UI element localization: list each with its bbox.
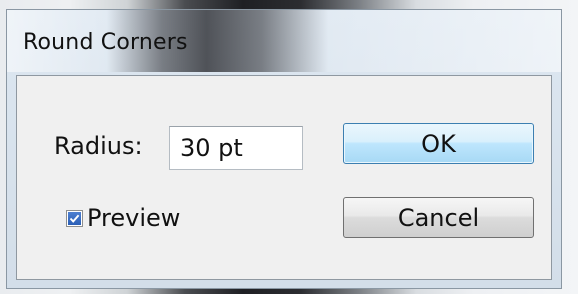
preview-checkbox-box[interactable]	[66, 209, 83, 227]
ok-button-label: OK	[421, 129, 456, 158]
preview-label: Preview	[87, 204, 181, 232]
checkmark-icon	[68, 211, 81, 225]
radius-input[interactable]	[169, 126, 303, 170]
preview-checkbox[interactable]: Preview	[66, 204, 180, 232]
cancel-button[interactable]: Cancel	[343, 197, 534, 238]
round-corners-dialog: Round Corners Radius: OK Preview Cancel	[6, 9, 562, 289]
dialog-title: Round Corners	[23, 30, 188, 55]
cancel-button-label: Cancel	[397, 203, 480, 232]
dialog-content: Radius: OK Preview Cancel	[16, 75, 552, 280]
radius-label: Radius:	[54, 132, 143, 160]
ok-button[interactable]: OK	[343, 123, 534, 164]
